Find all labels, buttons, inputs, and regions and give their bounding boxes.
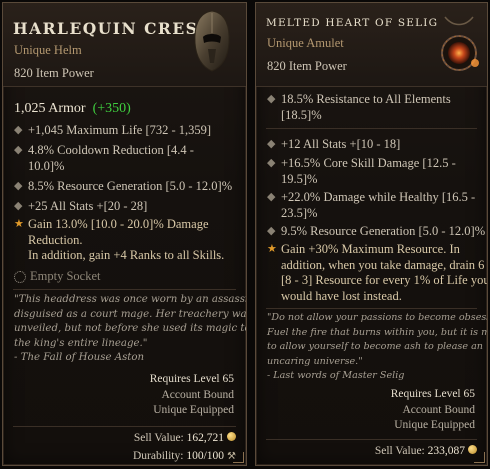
diamond-bullet-icon: ◆ [267, 191, 276, 203]
star-icon: ★ [267, 243, 277, 255]
item-power: 820 Item Power [14, 66, 94, 80]
tooltip-header: HARLEQUIN CREST Unique Helm 820 Item Pow… [3, 3, 246, 87]
unique-power: ★ Gain +30% Maximum Resource. In additio… [267, 242, 488, 303]
affix-core-skill-damage: ◆ +16.5% Core Skill Damage [12.5 -19.5]% [267, 156, 456, 186]
diamond-bullet-icon: ◆ [267, 93, 276, 105]
armor-value: 1,025 Armor [14, 101, 86, 116]
affix-all-stats: ◆ +25 All Stats +[20 - 28] [14, 199, 148, 213]
affix-cooldown: ◆ 4.8% Cooldown Reduction [4.4 -10.0]% [14, 143, 194, 173]
account-bound: Account Bound [402, 403, 475, 416]
required-level: Requires Level 65 [390, 388, 475, 400]
divider [266, 308, 477, 309]
diamond-bullet-icon: ◆ [14, 144, 23, 156]
helm-icon [194, 10, 230, 72]
amulet-icon [441, 16, 479, 71]
unique-equipped: Unique Equipped [394, 419, 475, 431]
diamond-bullet-icon: ◆ [14, 124, 23, 136]
item-tooltip-harlequin-crest: HARLEQUIN CREST Unique Helm 820 Item Pow… [2, 2, 247, 466]
requirements: Requires Level 65 Account Bound Unique E… [391, 387, 475, 434]
item-type: Unique Amulet [267, 36, 344, 50]
diamond-bullet-icon: ◆ [267, 225, 276, 237]
affix-all-stats: ◆ +12 All Stats +[10 - 18] [267, 137, 401, 151]
affix-resource-generation: ◆ 8.5% Resource Generation [5.0 - 12.0]% [14, 179, 233, 193]
item-power: 820 Item Power [267, 59, 347, 73]
armor-stat: 1,025 Armor (+350) [14, 101, 131, 117]
item-title: HARLEQUIN CREST [13, 19, 212, 38]
gold-coin-icon [468, 445, 477, 454]
gold-coin-icon [227, 432, 236, 441]
affix-resource-generation: ◆ 9.5% Resource Generation [5.0 - 12.0]% [267, 224, 486, 238]
divider [13, 426, 236, 427]
unique-power: ★ Gain 13.0% [10.0 - 20.0]% Damage Reduc… [14, 217, 225, 262]
durability: Durability: 100/100 ⚒ [133, 449, 236, 465]
requirements: Requires Level 65 Account Bound Unique E… [150, 372, 234, 419]
tooltip-header: MELTED HEART OF SELIG Unique Amulet 820 … [256, 3, 487, 87]
divider [266, 128, 477, 129]
unique-equipped: Unique Equipped [153, 404, 234, 416]
armor-bonus: (+350) [92, 101, 131, 116]
affix-damage-while-healthy: ◆ +22.0% Damage while Healthy [16.5 -23.5… [267, 190, 476, 220]
item-type: Unique Helm [14, 43, 82, 57]
divider [13, 289, 236, 290]
sell-value: Sell Value: 162,721 [134, 431, 236, 447]
account-bound: Account Bound [161, 388, 234, 401]
diamond-bullet-icon: ◆ [14, 180, 23, 192]
affix-resistance-all-elements: ◆ 18.5% Resistance to All Elements [18.5]% [267, 92, 451, 122]
flavor-text: "Do not allow your passions to become ob… [267, 312, 487, 381]
star-icon: ★ [14, 218, 24, 230]
socket-icon [14, 271, 26, 283]
diamond-bullet-icon: ◆ [267, 138, 276, 150]
diamond-bullet-icon: ◆ [14, 200, 23, 212]
required-level: Requires Level 65 [149, 373, 234, 385]
divider [266, 439, 477, 440]
diamond-bullet-icon: ◆ [267, 157, 276, 169]
affix-max-life: ◆ +1,045 Maximum Life [732 - 1,359] [14, 123, 212, 137]
sell-value: Sell Value: 233,087 [375, 444, 477, 460]
item-tooltip-melted-heart-of-selig: MELTED HEART OF SELIG Unique Amulet 820 … [255, 2, 488, 466]
item-title: MELTED HEART OF SELIG [266, 17, 439, 29]
empty-socket: Empty Socket [14, 269, 100, 285]
anvil-icon: ⚒ [227, 451, 236, 462]
flavor-text: "This headdress was once worn by an assa… [14, 294, 247, 363]
